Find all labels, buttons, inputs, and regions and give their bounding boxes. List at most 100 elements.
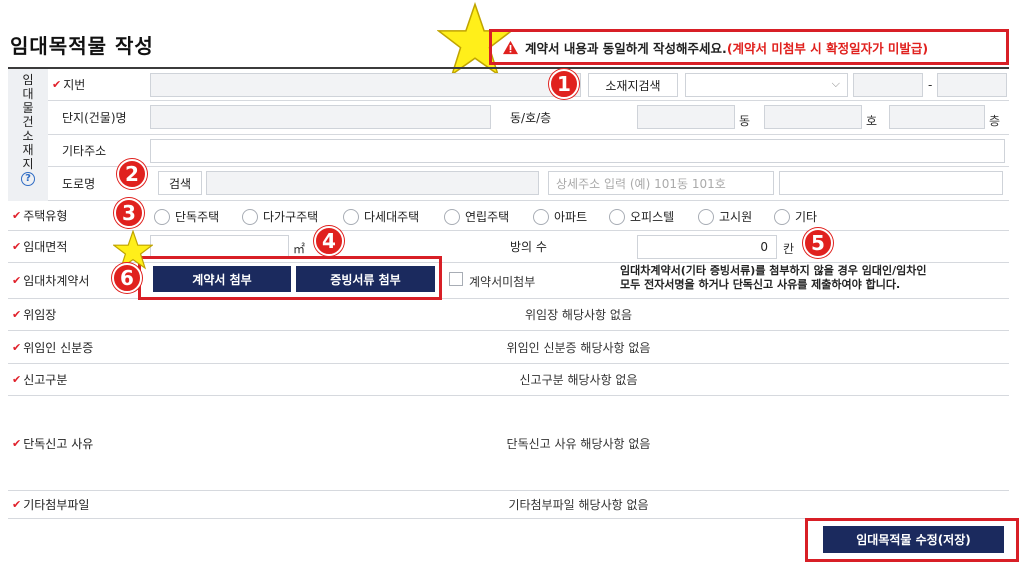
sole-report-label: 단독신고 사유 <box>23 436 94 451</box>
dong-ho-label: 동/호/층 <box>510 111 552 125</box>
area-unit: ㎡ <box>293 242 306 256</box>
location-label-char: 물 <box>22 101 34 115</box>
other-address-row: 기타주소 <box>48 135 1009 167</box>
road-search-button[interactable]: 검색 <box>158 171 202 195</box>
report-type-label: 신고구분 <box>23 373 68 387</box>
contract-notice: 임대차계약서(기타 증빙서류)를 첨부하지 않을 경우 임대인/임차인 모두 전… <box>620 264 926 292</box>
report-type-value: 신고구분 해당사항 없음 <box>519 373 638 387</box>
save-button[interactable]: 임대목적물 수정(저장) <box>823 526 1004 553</box>
radio-circle-icon[interactable] <box>609 208 625 225</box>
detail-address-input[interactable]: 상세주소 입력 (예) 101동 101호 <box>548 171 774 195</box>
jibun-dash: - <box>928 78 933 92</box>
required-check-icon: ✔ <box>52 78 62 91</box>
other-address-label: 기타주소 <box>62 144 107 158</box>
required-check-icon: ✔ <box>12 209 22 222</box>
other-attachments-value: 기타첨부파일 해당사항 없음 <box>508 498 649 512</box>
complex-label: 단지(건물)명 <box>62 111 127 125</box>
location-label-char: 재 <box>22 143 34 157</box>
road-label: 도로명 <box>62 177 96 191</box>
radio-label: 고시원 <box>719 210 753 224</box>
rooms-label: 방의 수 <box>510 240 547 254</box>
warning-icon <box>503 40 518 54</box>
road-address-input[interactable] <box>206 171 539 195</box>
delegation-row: ✔ 위임장 위임장 해당사항 없음 <box>8 299 1009 331</box>
other-attachments-label: 기타첨부파일 <box>23 498 90 512</box>
jibun-label-wrap: ✔ 지번 <box>52 69 85 100</box>
step-badge-5: 5 <box>803 228 833 258</box>
radio-gosiwon[interactable]: 고시원 <box>698 208 752 225</box>
location-label-char: 임 <box>22 73 34 87</box>
address-search-button[interactable]: 소재지검색 <box>588 73 678 97</box>
radio-other[interactable]: 기타 <box>774 208 817 225</box>
floor-input[interactable] <box>889 105 985 129</box>
contract-notice-line: 모두 전자서명을 하거나 단독신고 사유를 제출하여야 합니다. <box>620 278 901 291</box>
radio-detached[interactable]: 단독주택 <box>154 208 219 225</box>
warning-text: 계약서 내용과 동일하게 작성해주세요. <box>525 40 727 56</box>
house-type-label: 주택유형 <box>23 209 68 223</box>
sole-report-value: 단독신고 사유 해당사항 없음 <box>506 436 651 451</box>
radio-multi-household[interactable]: 다가구주택 <box>242 208 318 225</box>
area-label: 임대면적 <box>23 240 68 254</box>
report-type-row: ✔ 신고구분 신고구분 해당사항 없음 <box>8 364 1009 396</box>
rooms-input[interactable]: 0 <box>637 235 777 259</box>
location-label-char: 소 <box>22 129 34 143</box>
radio-row-house[interactable]: 연립주택 <box>444 208 509 225</box>
required-check-icon: ✔ <box>12 308 22 321</box>
location-label-char: 건 <box>22 115 34 129</box>
jibun-label: 지번 <box>63 78 86 92</box>
dong-input[interactable] <box>637 105 735 129</box>
location-group-label: 임 대 물 건 소 재 지 ? <box>8 69 48 201</box>
radio-officetel[interactable]: 오피스텔 <box>609 208 674 225</box>
location-group: 임 대 물 건 소 재 지 ? ✔ 지번 소재지검색 ⌵ - 단지(건물)명 동… <box>8 69 1009 201</box>
sole-report-label-wrap: ✔ 단독신고 사유 <box>12 396 93 490</box>
ho-unit: 호 <box>866 114 878 128</box>
jibun-input[interactable] <box>150 73 581 97</box>
complex-row: 단지(건물)명 동/호/층 동 호 층 <box>48 101 1009 135</box>
delegation-value: 위임장 해당사항 없음 <box>525 308 632 322</box>
no-contract-label: 계약서미첨부 <box>469 275 536 289</box>
required-check-icon: ✔ <box>12 498 22 511</box>
radio-label: 다세대주택 <box>364 210 420 224</box>
floor-unit: 층 <box>989 114 1001 128</box>
radio-label: 아파트 <box>554 210 588 224</box>
location-label-char: 지 <box>22 157 34 171</box>
step-badge-3: 3 <box>114 198 144 228</box>
jibun-sub-input[interactable] <box>937 73 1007 97</box>
report-type-label-wrap: ✔ 신고구분 <box>12 364 67 395</box>
road-row: 도로명 검색 상세주소 입력 (예) 101동 101호 <box>48 167 1009 201</box>
radio-apartment[interactable]: 아파트 <box>533 208 587 225</box>
required-check-icon: ✔ <box>12 436 22 450</box>
extra-address-input[interactable] <box>779 171 1003 195</box>
required-check-icon: ✔ <box>12 240 22 253</box>
no-contract-checkbox[interactable] <box>449 272 463 286</box>
chevron-down-icon: ⌵ <box>831 77 840 90</box>
house-type-row: ✔ 주택유형 단독주택 다가구주택 다세대주택 연립주택 아파트 오피스텔 고시… <box>8 201 1009 231</box>
radio-circle-icon[interactable] <box>444 208 460 225</box>
page-title: 임대목적물 작성 <box>10 34 154 58</box>
jibun-main-input[interactable] <box>853 73 923 97</box>
required-check-icon: ✔ <box>12 274 22 287</box>
radio-circle-icon[interactable] <box>154 208 170 225</box>
highlight-box <box>138 256 442 300</box>
radio-circle-icon[interactable] <box>774 208 790 225</box>
complex-name-input[interactable] <box>150 105 491 129</box>
area-label-wrap: ✔ 임대면적 <box>12 231 67 262</box>
other-attachments-row: ✔ 기타첨부파일 기타첨부파일 해당사항 없음 <box>8 491 1009 519</box>
delegation-label: 위임장 <box>23 308 57 322</box>
ho-input[interactable] <box>764 105 862 129</box>
radio-label: 다가구주택 <box>263 210 319 224</box>
region-select[interactable]: ⌵ <box>685 73 848 97</box>
other-attachments-label-wrap: ✔ 기타첨부파일 <box>12 491 89 518</box>
radio-circle-icon[interactable] <box>343 208 359 225</box>
radio-circle-icon[interactable] <box>242 208 258 225</box>
required-check-icon: ✔ <box>12 340 22 354</box>
warning-red-text: (계약서 미첨부 시 확정일자가 미발급) <box>726 40 929 56</box>
other-address-input[interactable] <box>150 139 1005 163</box>
delegation-label-wrap: ✔ 위임장 <box>12 299 56 330</box>
rooms-unit: 칸 <box>783 242 795 256</box>
delegator-id-row: ✔ 위임인 신분증 위임인 신분증 해당사항 없음 <box>8 331 1009 364</box>
radio-circle-icon[interactable] <box>533 208 549 225</box>
radio-circle-icon[interactable] <box>698 208 714 225</box>
radio-multiplex[interactable]: 다세대주택 <box>343 208 419 225</box>
help-icon[interactable]: ? <box>21 172 35 186</box>
